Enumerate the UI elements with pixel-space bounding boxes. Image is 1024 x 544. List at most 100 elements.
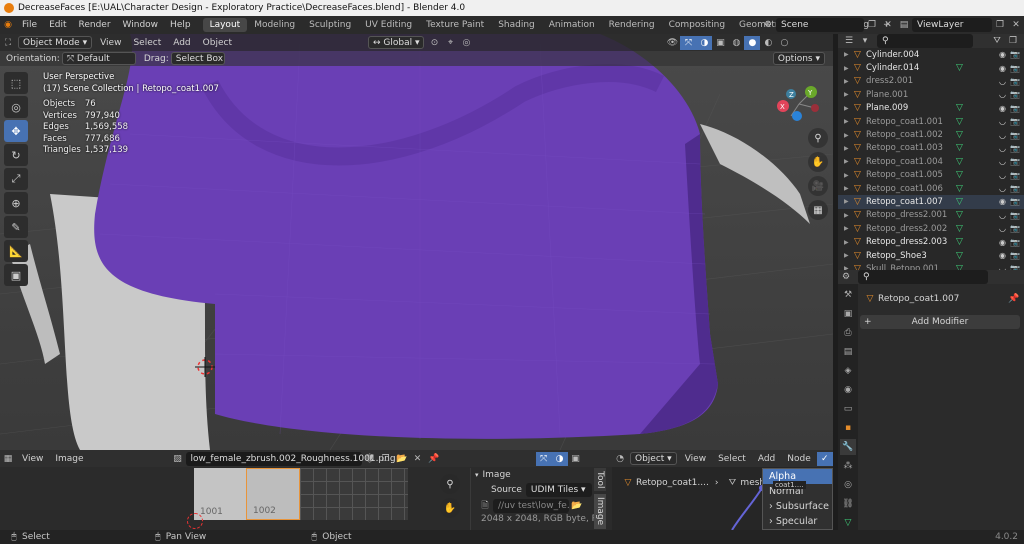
gizmo-neg-x-icon[interactable] bbox=[811, 104, 819, 112]
expand-arrow-icon[interactable]: ▶ bbox=[844, 51, 854, 58]
outliner-item[interactable]: ▶ ▽ Retopo_Shoe3 ▽ ◉ 📷 bbox=[838, 249, 1024, 262]
image-editor[interactable]: ▦ View Image ▨ low_female_zbrush.002_Roug… bbox=[0, 450, 612, 530]
pan-hand-icon[interactable]: ✋ bbox=[808, 152, 828, 172]
scene-field[interactable]: Scene bbox=[776, 18, 864, 32]
gizmo-neg-z-icon[interactable] bbox=[792, 111, 802, 121]
render-camera-icon[interactable]: 📷 bbox=[1010, 197, 1020, 206]
uv-gizmo-icon[interactable]: ⤧ bbox=[535, 451, 552, 466]
new-scene-icon[interactable]: ❐ bbox=[864, 18, 880, 32]
visibility-eye-icon[interactable]: ◉ bbox=[999, 251, 1006, 260]
render-camera-icon[interactable]: 📷 bbox=[1010, 184, 1020, 193]
viewport-menu-object[interactable]: Object bbox=[197, 38, 238, 48]
image-panel-header[interactable]: ▾ Image bbox=[471, 468, 592, 482]
options-dropdown[interactable]: Options ▾ bbox=[772, 52, 825, 65]
outliner-item[interactable]: ▶ ▽ Skull_Retopo.001 ▽ ◡ 📷 bbox=[838, 262, 1024, 270]
constraints-tab-icon[interactable]: ⛓ bbox=[840, 496, 856, 512]
outliner-item[interactable]: ▶ ▽ Retopo_coat1.007 ▽ ◉ 📷 bbox=[838, 195, 1024, 209]
visibility-eye-icon[interactable]: ◉ bbox=[999, 238, 1006, 247]
source-dropdown[interactable]: UDIM Tiles ▾ bbox=[525, 483, 592, 497]
bsdf-node-sockets[interactable]: Alpha Normal › Subsurface › Specular coat1...… bbox=[762, 468, 833, 530]
expand-arrow-icon[interactable]: ▶ bbox=[844, 239, 854, 246]
tool-tab-icon[interactable]: ⚒ bbox=[840, 287, 856, 303]
visibility-eye-icon[interactable]: ◡ bbox=[999, 157, 1006, 166]
proportional-edit-icon[interactable]: ◎ bbox=[458, 36, 474, 50]
visibility-eye-icon[interactable]: ◡ bbox=[999, 77, 1006, 86]
select-box-tool-icon[interactable]: ⬚ bbox=[4, 72, 28, 94]
use-nodes-checkbox-icon[interactable]: ✓ bbox=[816, 451, 833, 466]
unlink-image-icon[interactable]: ✕ bbox=[410, 452, 426, 466]
tab-rendering[interactable]: Rendering bbox=[602, 18, 662, 32]
image-menu-view[interactable]: View bbox=[16, 454, 49, 464]
visibility-eye-icon[interactable]: ◉ bbox=[999, 64, 1006, 73]
expand-arrow-icon[interactable]: ▶ bbox=[844, 252, 854, 259]
udim-tile-1002[interactable]: 1002 bbox=[246, 468, 300, 520]
outliner-item[interactable]: ▶ ▽ Retopo_dress2.001 ▽ ◡ 📷 bbox=[838, 209, 1024, 222]
2d-cursor-icon[interactable] bbox=[187, 513, 203, 529]
shader-type-dropdown[interactable]: Object ▾ bbox=[630, 452, 677, 465]
mode-dropdown[interactable]: Object Mode ▾ bbox=[18, 36, 93, 49]
rotate-tool-icon[interactable]: ↻ bbox=[4, 144, 28, 166]
render-camera-icon[interactable]: 📷 bbox=[1010, 50, 1020, 59]
xray-toggle-icon[interactable]: ▣ bbox=[712, 36, 728, 50]
render-camera-icon[interactable]: 📷 bbox=[1010, 144, 1020, 153]
visibility-eye-icon[interactable]: ◡ bbox=[999, 211, 1006, 220]
node-menu-add[interactable]: Add bbox=[752, 454, 781, 464]
material-shading-icon[interactable]: ◐ bbox=[760, 36, 776, 50]
outliner-item[interactable]: ▶ ▽ Retopo_coat1.006 ▽ ◡ 📷 bbox=[838, 182, 1024, 195]
viewport-menu-view[interactable]: View bbox=[94, 38, 127, 48]
visibility-eye-icon[interactable]: ◉ bbox=[999, 197, 1006, 206]
image-pan-hand-icon[interactable]: ✋ bbox=[440, 498, 460, 518]
pivot-icon[interactable]: ⊙ bbox=[426, 36, 442, 50]
outliner-item[interactable]: ▶ ▽ Cylinder.004 ◉ 📷 bbox=[838, 48, 1024, 61]
render-camera-icon[interactable]: 📷 bbox=[1010, 224, 1020, 233]
outliner-item[interactable]: ▶ ▽ Cylinder.014 ▽ ◉ 📷 bbox=[838, 61, 1024, 74]
add-cube-tool-icon[interactable]: ▣ bbox=[4, 264, 28, 286]
properties-search-input[interactable]: ⚲ bbox=[858, 270, 988, 284]
render-camera-icon[interactable]: 📷 bbox=[1010, 211, 1020, 220]
open-image-icon[interactable]: 📂 bbox=[394, 452, 410, 466]
properties-editor-icon[interactable]: ⚙ bbox=[838, 270, 854, 284]
expand-arrow-icon[interactable]: ▶ bbox=[844, 118, 854, 125]
node-editor-type-icon[interactable]: ◔ bbox=[612, 452, 628, 466]
tab-animation[interactable]: Animation bbox=[542, 18, 602, 32]
outliner-search-input[interactable]: ⚲ bbox=[877, 34, 973, 48]
render-camera-icon[interactable]: 📷 bbox=[1010, 117, 1020, 126]
expand-arrow-icon[interactable]: ▶ bbox=[844, 158, 854, 165]
outliner-item[interactable]: ▶ ▽ Plane.001 ◡ 📷 bbox=[838, 88, 1024, 101]
orientation-dropdown[interactable]: ⤧ Default bbox=[61, 52, 136, 65]
udim-tile-1001[interactable]: 1001 bbox=[194, 468, 246, 520]
outliner-item[interactable]: ▶ ▽ Retopo_dress2.003 ▽ ◉ 📷 bbox=[838, 235, 1024, 248]
annotate-tool-icon[interactable]: ✎ bbox=[4, 216, 28, 238]
outliner-item[interactable]: ▶ ▽ Retopo_coat1.001 ▽ ◡ 📷 bbox=[838, 115, 1024, 128]
wireframe-shading-icon[interactable]: ◍ bbox=[728, 36, 744, 50]
visibility-eye-icon[interactable]: ◡ bbox=[999, 131, 1006, 140]
gizmo-toggle-icon[interactable]: ⤧ bbox=[680, 35, 697, 50]
visibility-eye-icon[interactable]: ◉ bbox=[999, 104, 1006, 113]
node-menu-view[interactable]: View bbox=[679, 454, 712, 464]
render-camera-icon[interactable]: 📷 bbox=[1010, 238, 1020, 247]
filter-icon[interactable]: ⛛ bbox=[989, 34, 1005, 48]
visibility-icon[interactable]: 👁 bbox=[664, 36, 680, 50]
image-pin-icon[interactable]: 📌 bbox=[426, 452, 442, 466]
particles-tab-icon[interactable]: ⁂ bbox=[840, 458, 856, 474]
image-menu-image[interactable]: Image bbox=[49, 454, 89, 464]
output-tab-icon[interactable]: ⎙ bbox=[840, 325, 856, 341]
browse-image-icon[interactable]: ▨ bbox=[170, 452, 186, 466]
tab-shading[interactable]: Shading bbox=[491, 18, 542, 32]
3d-viewport[interactable]: ⛶ Object Mode ▾ View Select Add Object ↔ Gl… bbox=[0, 34, 833, 450]
navigation-gizmo[interactable]: X Y Z bbox=[771, 78, 827, 124]
visibility-eye-icon[interactable]: ◡ bbox=[999, 117, 1006, 126]
pin-icon[interactable]: 📌 bbox=[1006, 292, 1022, 306]
outliner-item[interactable]: ▶ ▽ Retopo_coat1.005 ▽ ◡ 📷 bbox=[838, 169, 1024, 182]
editor-type-icon[interactable]: ⛶ bbox=[0, 36, 16, 50]
sidebar-tab-tool[interactable]: Tool bbox=[594, 468, 606, 492]
visibility-eye-icon[interactable]: ◡ bbox=[999, 90, 1006, 99]
expand-arrow-icon[interactable]: ▶ bbox=[844, 172, 854, 179]
outliner-item[interactable]: ▶ ▽ Plane.009 ▽ ◉ 📷 bbox=[838, 102, 1024, 115]
expand-arrow-icon[interactable]: ▶ bbox=[844, 65, 854, 72]
render-camera-icon[interactable]: 📷 bbox=[1010, 104, 1020, 113]
sidebar-tab-image[interactable]: Image bbox=[594, 494, 606, 529]
render-camera-icon[interactable]: 📷 bbox=[1010, 171, 1020, 180]
tab-layout[interactable]: Layout bbox=[202, 18, 248, 32]
cursor-tool-icon[interactable]: ◎ bbox=[4, 96, 28, 118]
